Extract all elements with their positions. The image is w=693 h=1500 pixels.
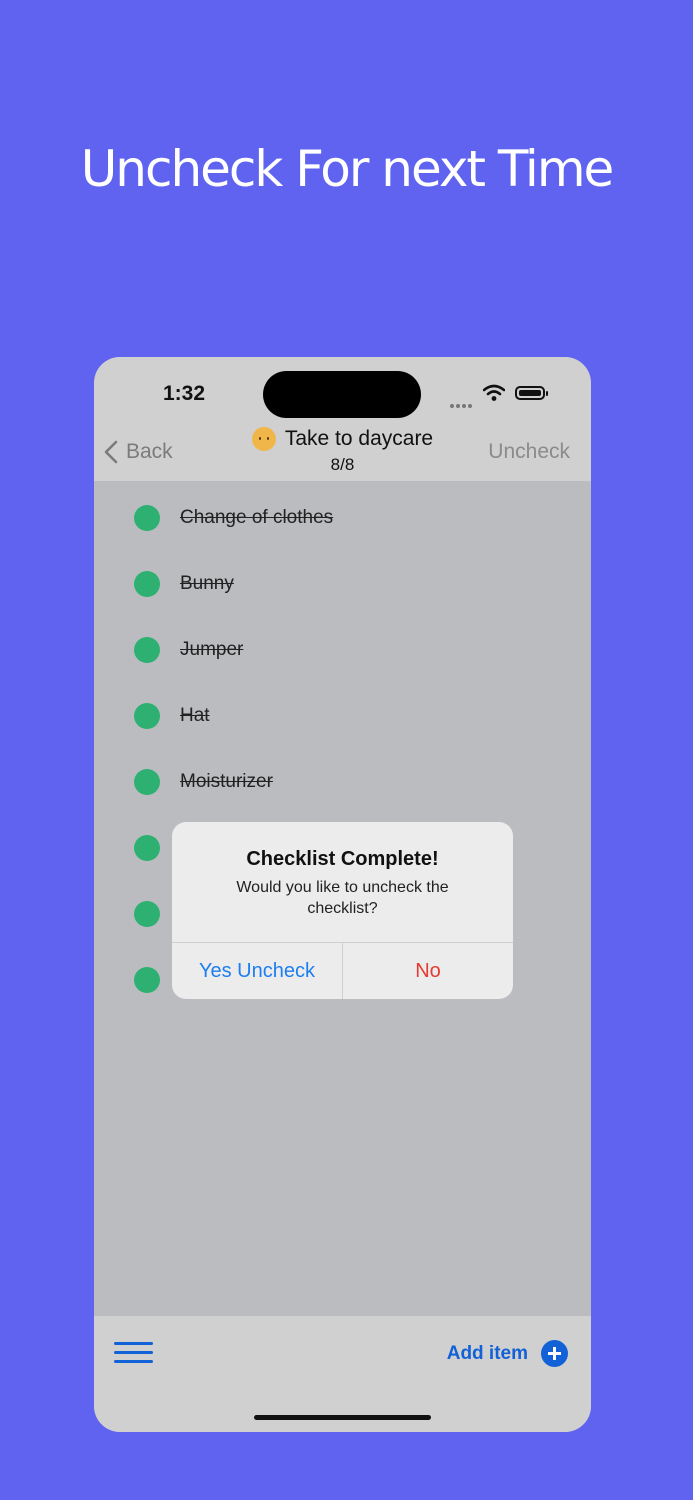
item-label: Bunny [180,573,234,594]
alert-dialog: Checklist Complete! Would you like to un… [172,822,513,999]
checked-icon[interactable] [134,637,160,663]
list-item[interactable]: Jumper [134,635,243,665]
checklist-title: Take to daycare [284,427,434,450]
checked-icon[interactable] [134,901,160,927]
item-label: Change of clothes [180,507,334,528]
back-label: Back [126,440,173,463]
nav-title: Take to daycare 8/8 [214,427,471,475]
alert-message: Would you like to uncheck the checklist? [236,879,449,917]
phone-screen: 1:32 Back Take to daycare 8/8 Uncheck Ch… [94,357,591,1432]
alert-title: Checklist Complete! [246,848,439,870]
wifi-icon [483,384,505,401]
checked-icon[interactable] [134,769,160,795]
item-label: Moisturizer [180,771,273,792]
progress-count: 8/8 [330,455,355,474]
item-label: Jumper [180,639,244,660]
alert-actions: Yes Uncheck No [172,942,513,999]
baby-emoji-icon [251,427,276,451]
chevron-left-icon [104,440,118,464]
list-item[interactable]: Moisturizer [134,767,273,797]
add-item-label: Add item [446,1342,528,1364]
no-button[interactable]: No [343,943,513,999]
list-item[interactable]: Bunny [134,569,234,599]
dynamic-island [263,371,421,418]
checked-icon[interactable] [134,505,160,531]
yes-uncheck-button[interactable]: Yes Uncheck [172,943,343,999]
plus-circle-icon [541,1340,568,1367]
signal-icon [450,395,474,413]
battery-icon [515,386,548,400]
back-button[interactable]: Back [104,440,173,464]
checked-icon[interactable] [134,835,160,861]
checked-icon[interactable] [134,703,160,729]
menu-icon[interactable] [114,1342,153,1369]
checked-icon[interactable] [134,571,160,597]
page-headline: Uncheck For next Time [80,140,615,198]
add-item-button[interactable]: Add item [447,1340,568,1367]
bottom-toolbar: Add item [94,1316,591,1432]
item-label: Hat [180,705,210,726]
status-time: 1:32 [163,382,206,405]
list-item[interactable]: Hat [134,701,210,731]
uncheck-button[interactable]: Uncheck [488,440,570,464]
list-item[interactable]: Change of clothes [134,503,333,533]
home-indicator[interactable] [254,1415,431,1420]
checked-icon[interactable] [134,967,160,993]
top-bar: 1:32 Back Take to daycare 8/8 Uncheck [94,357,591,481]
